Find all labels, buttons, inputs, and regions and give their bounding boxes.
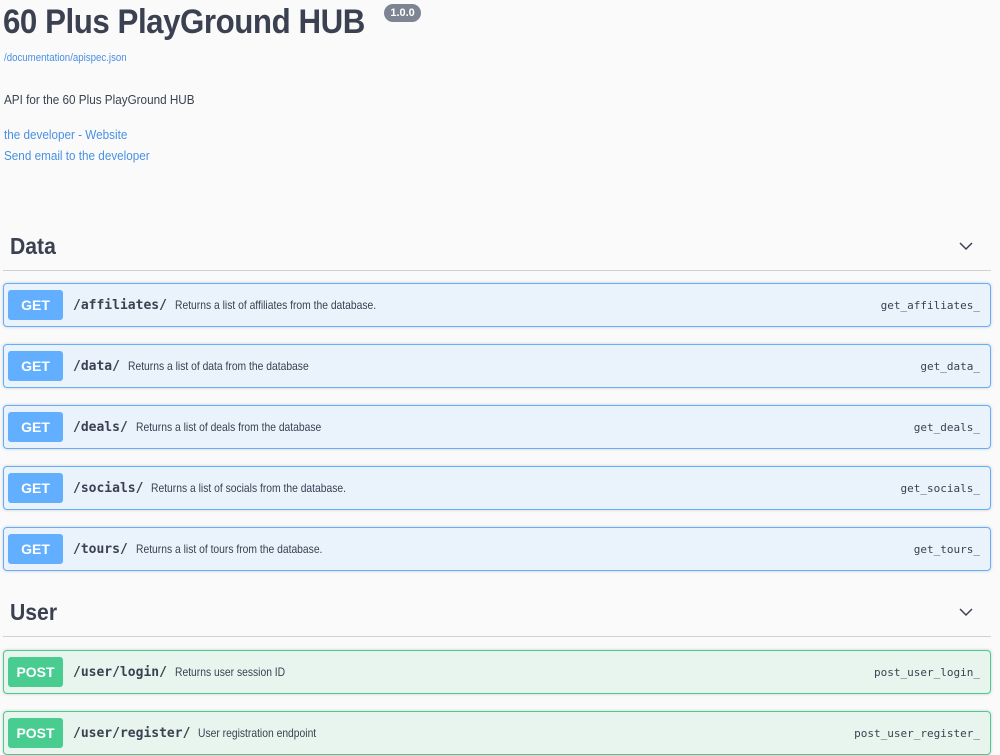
operation-get-tours[interactable]: GET /tours/ Returns a list of tours from… xyxy=(3,527,991,571)
operation-path: /tours/ xyxy=(73,541,128,557)
developer-email-link[interactable]: Send email to the developer xyxy=(4,148,150,163)
chevron-down-icon[interactable] xyxy=(956,602,976,622)
section-header-data[interactable]: Data xyxy=(3,222,991,271)
version-badge: 1.0.0 xyxy=(384,4,421,22)
method-badge: GET xyxy=(8,290,63,320)
api-description: API for the 60 Plus PlayGround HUB xyxy=(4,92,195,107)
operation-path: /user/login/ xyxy=(73,664,167,680)
operation-post-user-register[interactable]: POST /user/register/ User registration e… xyxy=(3,711,991,755)
chevron-down-icon[interactable] xyxy=(956,236,976,256)
operation-post-user-login[interactable]: POST /user/login/ Returns user session I… xyxy=(3,650,991,694)
spec-url-link[interactable]: /documentation/apispec.json xyxy=(4,52,127,64)
operation-path: /deals/ xyxy=(73,419,128,435)
operation-summary: User registration endpoint xyxy=(198,726,317,740)
operation-summary: Returns a list of deals from the databas… xyxy=(135,420,322,434)
developer-website-link[interactable]: the developer - Website xyxy=(4,127,127,142)
operation-get-socials[interactable]: GET /socials/ Returns a list of socials … xyxy=(3,466,991,510)
method-badge: GET xyxy=(8,534,63,564)
operation-path: /data/ xyxy=(73,358,120,374)
method-badge: GET xyxy=(8,473,63,503)
api-info: 60 Plus PlayGround HUB 1.0.0 /documentat… xyxy=(3,0,993,163)
page-title: 60 Plus PlayGround HUB xyxy=(3,3,365,41)
section-title: Data xyxy=(10,232,56,259)
method-badge: POST xyxy=(8,718,63,748)
operation-id: post_user_login_ xyxy=(874,665,980,679)
operation-summary: Returns user session ID xyxy=(174,665,286,679)
operation-id: get_affiliates_ xyxy=(880,298,980,312)
operation-id: get_deals_ xyxy=(913,420,980,434)
operation-summary: Returns a list of socials from the datab… xyxy=(151,481,347,495)
operation-get-deals[interactable]: GET /deals/ Returns a list of deals from… xyxy=(3,405,991,449)
operation-path: /user/register/ xyxy=(73,725,191,741)
operation-summary: Returns a list of affiliates from the da… xyxy=(174,298,377,312)
operation-get-data[interactable]: GET /data/ Returns a list of data from t… xyxy=(3,344,991,388)
method-badge: GET xyxy=(8,351,63,381)
operation-id: get_socials_ xyxy=(900,481,980,495)
operation-summary: Returns a list of data from the database xyxy=(127,359,309,373)
operation-id: post_user_register_ xyxy=(854,726,980,740)
operation-summary: Returns a list of tours from the databas… xyxy=(135,542,323,556)
operation-path: /socials/ xyxy=(73,480,144,496)
operation-id: get_tours_ xyxy=(913,542,980,556)
method-badge: GET xyxy=(8,412,63,442)
operation-get-affiliates[interactable]: GET /affiliates/ Returns a list of affil… xyxy=(3,283,991,327)
operation-id: get_data_ xyxy=(920,359,980,373)
section-header-user[interactable]: User xyxy=(3,588,991,637)
operation-path: /affiliates/ xyxy=(73,297,167,313)
section-title: User xyxy=(10,598,58,625)
title-row: 60 Plus PlayGround HUB 1.0.0 xyxy=(3,0,993,50)
method-badge: POST xyxy=(8,657,63,687)
